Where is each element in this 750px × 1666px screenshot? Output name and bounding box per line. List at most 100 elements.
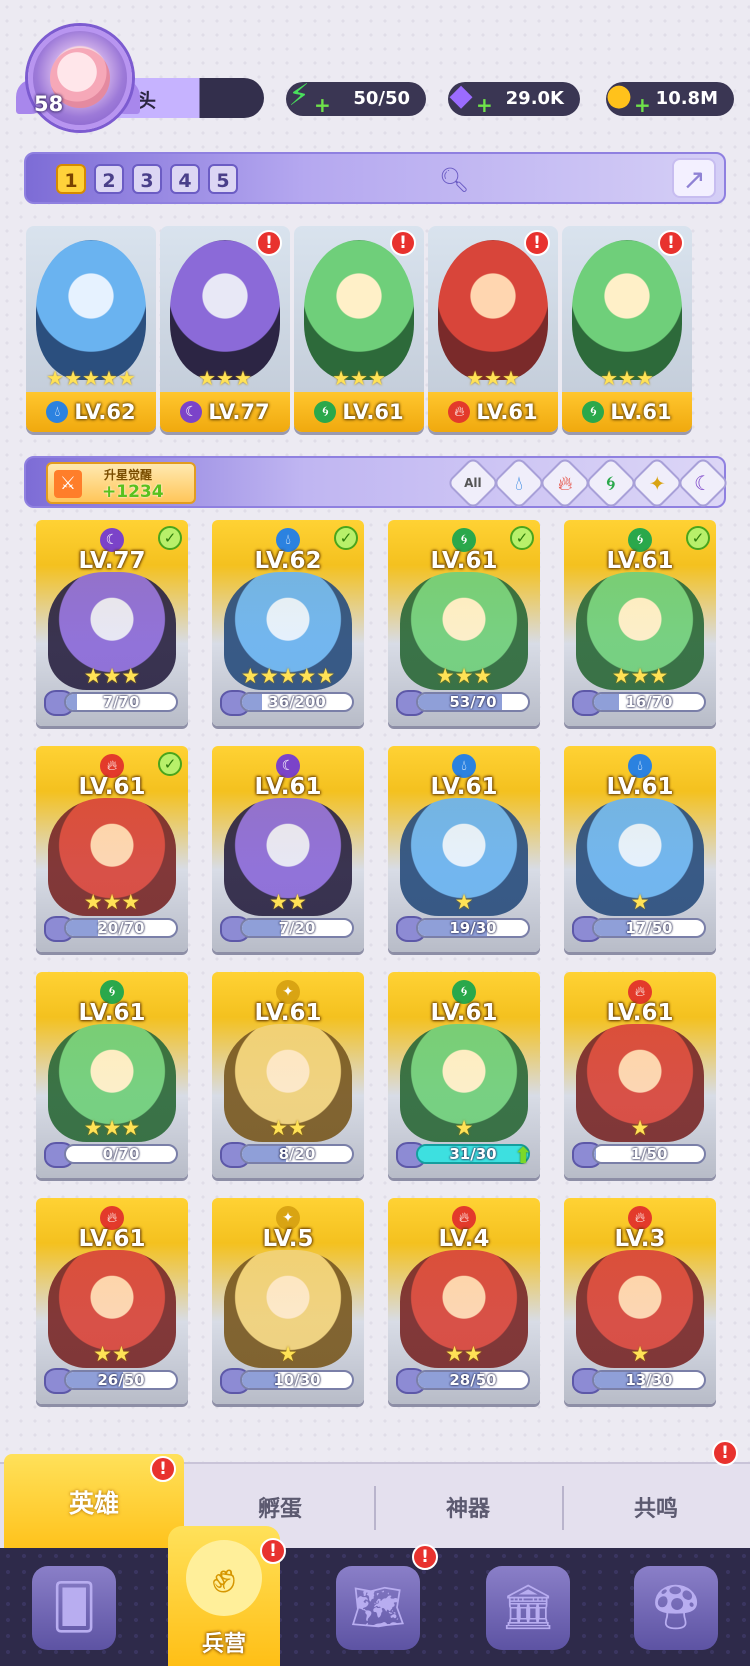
shard-count: 31/30: [449, 1145, 497, 1163]
hero-level: LV.61: [430, 1000, 498, 1026]
team-hero-card[interactable]: ★★★ 🌀︎ LV.61: [562, 226, 692, 432]
team-hero-card[interactable]: ★★★★★ 💧︎ LV.62: [26, 226, 156, 432]
shard-count: 0/70: [102, 1145, 140, 1163]
fist-icon: ✊︎: [186, 1540, 262, 1616]
team-tab-3[interactable]: 3: [132, 164, 162, 194]
filter-water[interactable]: 💧︎: [492, 456, 546, 510]
filter-fire[interactable]: 🔥︎: [538, 456, 592, 510]
tab-resonance[interactable]: 共鸣: [566, 1464, 746, 1550]
shard-count: 16/70: [625, 693, 673, 711]
filter-all[interactable]: All: [446, 456, 500, 510]
nav-barracks-alert: !: [260, 1538, 286, 1564]
hero-stars: ★★: [269, 1116, 307, 1140]
plus-icon[interactable]: +: [476, 95, 494, 115]
hero-card[interactable]: 🌀︎ LV.61 ✓ ★★★ 53/70: [388, 520, 540, 726]
hero-stars: ★: [278, 1342, 298, 1366]
search-icon[interactable]: 🔍︎: [438, 164, 470, 196]
hero-card[interactable]: ✦ LV.5 ★ 10/30: [212, 1198, 364, 1404]
team-tab-4[interactable]: 4: [170, 164, 200, 194]
shard-progress-bar: 13/30: [592, 1370, 706, 1390]
hero-level: LV.61: [430, 548, 498, 574]
hero-card[interactable]: 🔥︎ LV.4 ★★ 28/50: [388, 1198, 540, 1404]
top-bar: 木头 58 ⚡ + 50/50 ◆ + 29.0K ● + 10.8M: [0, 0, 750, 140]
nav-guild[interactable]: 🍄︎: [634, 1566, 718, 1650]
shard-progress-bar: 19/30: [416, 918, 530, 938]
team-tab-1[interactable]: 1: [56, 164, 86, 194]
nav-cards[interactable]: 🂠: [32, 1566, 116, 1650]
wind-element-icon: 🌀︎: [582, 401, 605, 423]
upgrade-arrow-icon: ⬆: [514, 1144, 533, 1169]
hero-stars: ★: [454, 890, 474, 914]
hero-card[interactable]: 🔥︎ LV.61 ★ 1/50: [564, 972, 716, 1178]
hero-card[interactable]: 🌀︎ LV.61 ★ 31/30 ⬆: [388, 972, 540, 1178]
filter-light[interactable]: ✦: [630, 456, 684, 510]
hero-card[interactable]: 🔥︎ LV.61 ✓ ★★★ 20/70: [36, 746, 188, 952]
gem-value: 29.0K: [505, 88, 564, 109]
hero-level: LV.61: [606, 548, 674, 574]
energy-value: 50/50: [353, 88, 410, 109]
light-icon: ✦: [648, 470, 666, 495]
wind-icon: 🌀︎: [606, 471, 616, 495]
team-tab-2[interactable]: 2: [94, 164, 124, 194]
filter-bar: ⚔ 升星觉醒 +1234 All 💧︎ 🔥︎ 🌀︎ ✦ ☾: [24, 456, 730, 510]
sword-icon: ⚔: [54, 470, 82, 498]
hero-level: LV.61: [430, 774, 498, 800]
hero-card[interactable]: ☾ LV.61 ★★ 7/20: [212, 746, 364, 952]
hero-card[interactable]: 💧︎ LV.61 ★ 19/30: [388, 746, 540, 952]
tab-resonance-alert: !: [712, 1440, 738, 1466]
hero-portrait: [572, 240, 682, 380]
filter-dark[interactable]: ☾: [676, 456, 730, 510]
coin-counter[interactable]: ● + 10.8M: [606, 78, 734, 116]
hero-stars: ★★★: [600, 366, 654, 390]
tab-heroes-label: 英雄: [68, 1489, 119, 1518]
hero-level-bar: 🌀︎ LV.61: [562, 392, 692, 432]
team-hero-card[interactable]: ★★★ ☾ LV.77: [160, 226, 290, 432]
team-hero-card[interactable]: ★★★ 🌀︎ LV.61: [294, 226, 424, 432]
shard-count: 7/20: [278, 919, 316, 937]
team-hero-card[interactable]: ★★★ 🔥︎ LV.61: [428, 226, 558, 432]
hero-card[interactable]: 🔥︎ LV.61 ★★ 26/50: [36, 1198, 188, 1404]
shop-icon: 🏛︎: [500, 1582, 556, 1633]
share-icon[interactable]: ↗: [672, 158, 716, 198]
shard-count: 8/20: [278, 1145, 316, 1163]
awaken-title: 升星觉醒: [104, 468, 153, 482]
hero-card[interactable]: 💧︎ LV.62 ✓ ★★★★★ 36/200: [212, 520, 364, 726]
player-avatar[interactable]: 58: [14, 22, 144, 140]
nav-map[interactable]: 🗺︎: [336, 1566, 420, 1650]
hero-level-bar: ☾ LV.77: [160, 392, 290, 432]
water-element-icon: 💧︎: [46, 401, 69, 423]
filter-all-label: All: [464, 475, 482, 490]
hero-level: LV.77: [208, 400, 270, 424]
hero-card[interactable]: 💧︎ LV.61 ★ 17/50: [564, 746, 716, 952]
hero-stars: ★★★: [83, 664, 141, 688]
filter-wind[interactable]: 🌀︎: [584, 456, 638, 510]
hero-stars: ★★★: [466, 366, 520, 390]
hero-stars: ★★★: [83, 890, 141, 914]
deployed-check-icon: ✓: [686, 526, 710, 550]
shard-count: 19/30: [449, 919, 497, 937]
energy-counter[interactable]: ⚡ + 50/50: [286, 78, 426, 116]
hero-portrait: [36, 240, 146, 380]
tab-artifacts[interactable]: 神器: [378, 1464, 558, 1550]
hero-card[interactable]: ✦ LV.61 ★★ 8/20: [212, 972, 364, 1178]
plus-icon[interactable]: +: [314, 95, 332, 115]
gem-counter[interactable]: ◆ + 29.0K: [448, 78, 580, 116]
shard-progress-bar: 36/200: [240, 692, 354, 712]
hero-card[interactable]: 🔥︎ LV.3 ★ 13/30: [564, 1198, 716, 1404]
shard-progress-bar: 1/50: [592, 1144, 706, 1164]
hero-stars: ★★★★★: [240, 664, 336, 688]
hero-level: LV.61: [610, 400, 672, 424]
hero-card[interactable]: 🌀︎ LV.61 ★★★ 0/70: [36, 972, 188, 1178]
hero-level: LV.77: [78, 548, 146, 574]
plus-icon[interactable]: +: [634, 95, 652, 115]
deployed-check-icon: ✓: [510, 526, 534, 550]
team-tab-5[interactable]: 5: [208, 164, 238, 194]
hero-card[interactable]: ☾ LV.77 ✓ ★★★ 7/70: [36, 520, 188, 726]
awaken-button[interactable]: ⚔ 升星觉醒 +1234: [46, 462, 196, 504]
hero-card[interactable]: 🌀︎ LV.61 ✓ ★★★ 16/70: [564, 520, 716, 726]
hero-level-bar: 🌀︎ LV.61: [294, 392, 424, 432]
water-drop-icon: 💧︎: [515, 471, 523, 495]
nav-shop[interactable]: 🏛︎: [486, 1566, 570, 1650]
hero-portrait: [438, 240, 548, 380]
hero-level-bar: 🔥︎ LV.61: [428, 392, 558, 432]
